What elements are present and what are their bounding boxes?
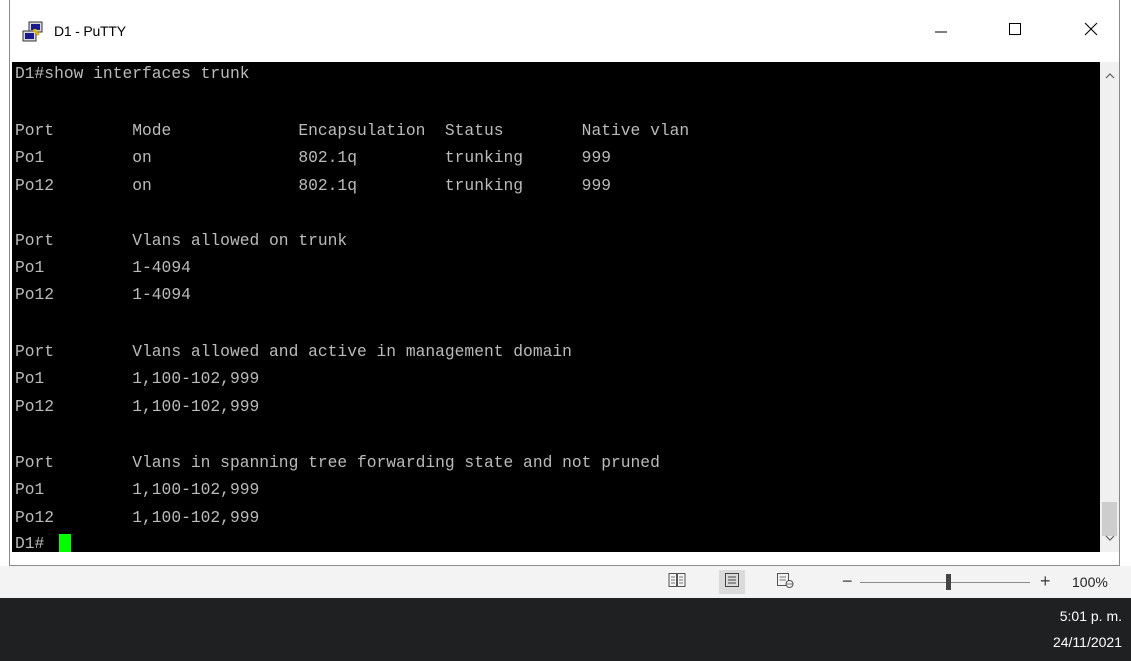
minimize-icon <box>934 22 948 41</box>
zoom-out-button[interactable]: − <box>842 571 853 591</box>
read-mode-button[interactable] <box>664 570 690 594</box>
terminal-cursor <box>59 534 71 552</box>
zoom-in-button[interactable]: + <box>1040 571 1051 591</box>
close-icon <box>1084 22 1098 41</box>
terminal-line: Po1 1-4094 <box>15 258 191 277</box>
taskbar: 5:01 p. m. 24/11/2021 <box>0 598 1131 661</box>
chevron-up-icon <box>1105 67 1115 85</box>
document-status-bar: − + 100% <box>0 566 1131 598</box>
terminal-line: Port Vlans allowed on trunk <box>15 231 348 250</box>
book-icon <box>668 572 686 593</box>
terminal-screen[interactable]: D1#show interfaces trunk Port Mode Encap… <box>12 62 1100 552</box>
terminal-line: Po1 1,100-102,999 <box>15 480 260 499</box>
terminal-line: Po12 1,100-102,999 <box>15 508 260 527</box>
clock-date[interactable]: 24/11/2021 <box>1053 634 1122 650</box>
print-layout-button[interactable] <box>719 570 745 594</box>
web-layout-icon <box>776 572 794 593</box>
maximize-icon <box>1008 22 1022 41</box>
scroll-down-button[interactable] <box>1100 524 1119 552</box>
terminal-line: Po1 on 802.1q trunking 999 <box>15 148 611 167</box>
vertical-scrollbar[interactable] <box>1100 62 1119 552</box>
zoom-slider-thumb[interactable] <box>946 574 951 590</box>
window-title: D1 - PuTTY <box>54 23 126 39</box>
terminal-line: Port Vlans allowed and active in managem… <box>15 342 572 361</box>
web-layout-button[interactable] <box>772 570 798 594</box>
terminal-line: D1#show interfaces trunk <box>15 64 250 83</box>
minimize-button[interactable] <box>918 10 964 52</box>
clock-time[interactable]: 5:01 p. m. <box>1060 608 1122 624</box>
page-layout-icon <box>724 572 740 593</box>
terminal-line: Po12 on 802.1q trunking 999 <box>15 176 611 195</box>
terminal-line: Port Vlans in spanning tree forwarding s… <box>15 453 660 472</box>
scroll-up-button[interactable] <box>1100 62 1119 90</box>
terminal-line: Po1 1,100-102,999 <box>15 369 260 388</box>
zoom-level[interactable]: 100% <box>1072 574 1108 590</box>
terminal-line: Port Mode Encapsulation Status Native vl… <box>15 121 690 140</box>
terminal-prompt: D1# <box>15 534 45 552</box>
putty-app-icon[interactable] <box>22 21 44 43</box>
terminal-line: Po12 1,100-102,999 <box>15 397 260 416</box>
zoom-slider[interactable] <box>860 582 1030 583</box>
close-button[interactable] <box>1068 10 1114 52</box>
maximize-button[interactable] <box>992 10 1038 52</box>
title-bar[interactable]: D1 - PuTTY <box>10 0 1119 62</box>
chevron-down-icon <box>1105 529 1115 547</box>
terminal-line: Po12 1-4094 <box>15 285 191 304</box>
putty-window: D1 - PuTTY D1#show interfaces trunk Port… <box>9 0 1120 566</box>
